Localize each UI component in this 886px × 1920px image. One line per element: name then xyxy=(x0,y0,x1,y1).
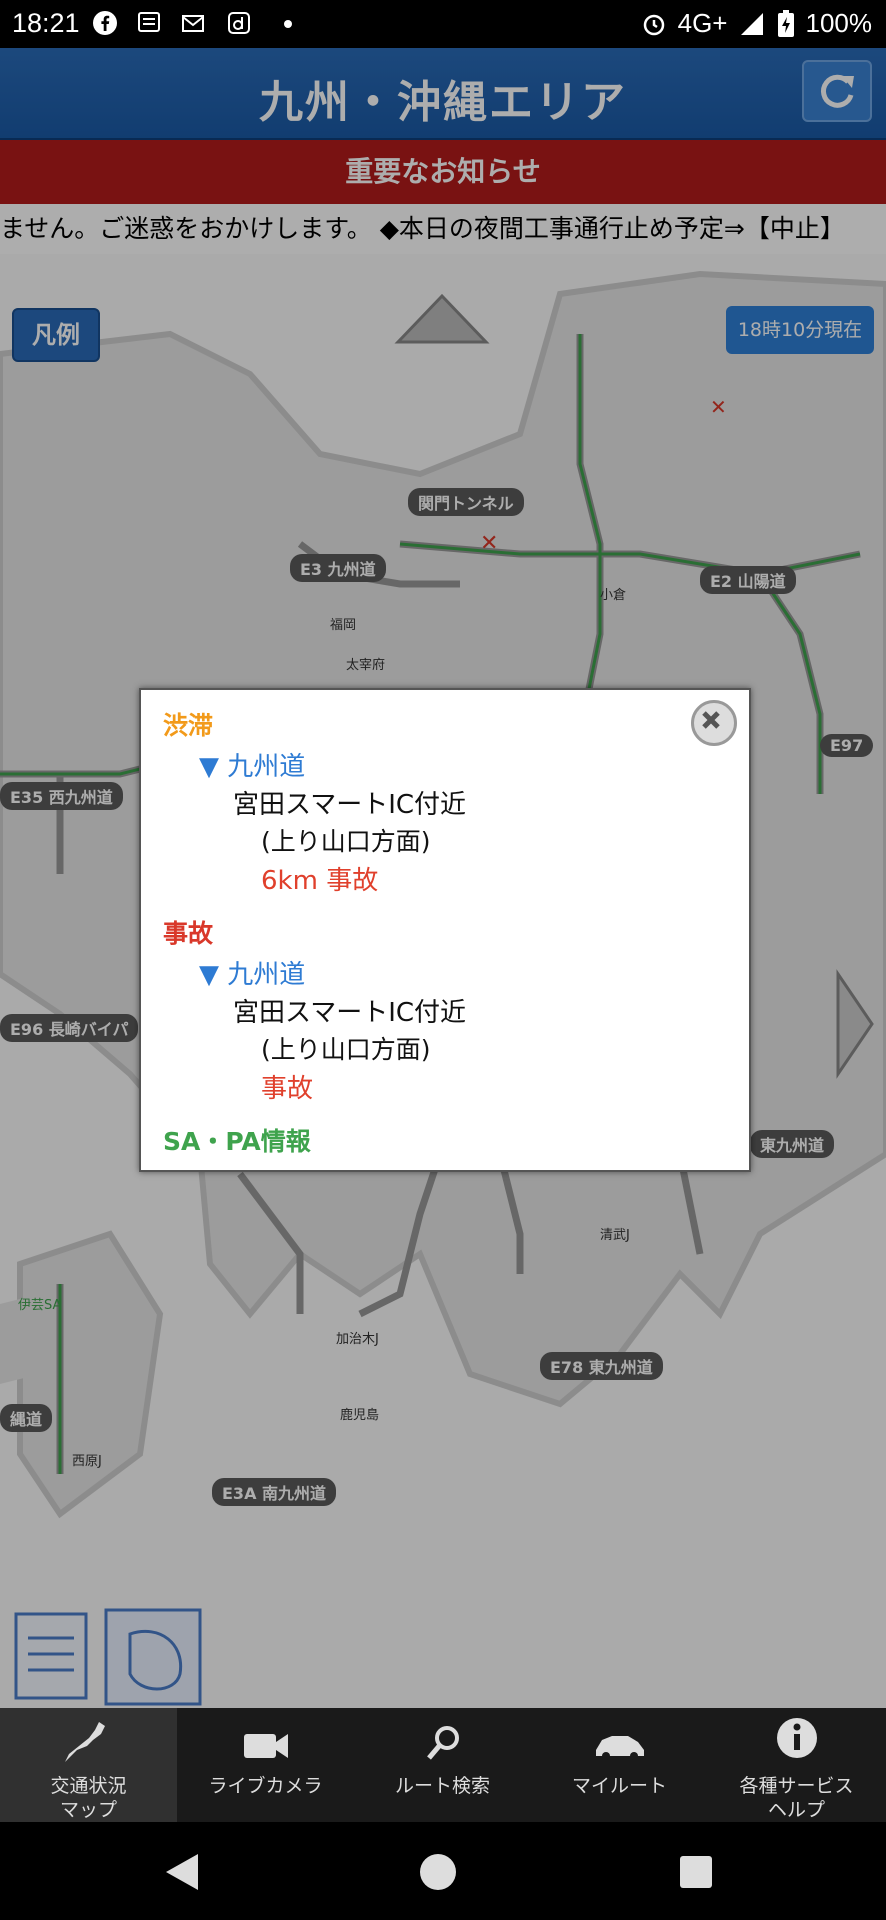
recents-icon xyxy=(680,1856,712,1888)
nav-live-camera-label: ライブカメラ xyxy=(208,1775,323,1797)
notification-dot-icon xyxy=(284,20,292,28)
system-navigation-bar xyxy=(0,1822,886,1920)
accident-detail: 事故 xyxy=(261,1074,314,1104)
nav-label-line1: 各種サービス xyxy=(739,1775,854,1797)
jam-location: 宮田スマートIC付近 xyxy=(233,790,467,820)
nav-traffic-map[interactable]: 交通状況 マップ xyxy=(0,1708,177,1822)
nav-my-route-label: マイルート xyxy=(571,1775,667,1797)
close-button[interactable] xyxy=(691,700,737,746)
video-camera-icon xyxy=(243,1734,288,1758)
back-icon xyxy=(166,1854,198,1890)
close-icon xyxy=(702,711,720,729)
dmenu-icon xyxy=(138,12,160,32)
car-icon xyxy=(595,1736,644,1760)
nav-label-line1: 交通状況 xyxy=(50,1775,127,1797)
nav-services-help[interactable]: 各種サービス ヘルプ xyxy=(708,1708,885,1822)
system-nav-graphic xyxy=(166,1854,712,1890)
nav-label-line2: ヘルプ xyxy=(767,1799,825,1821)
nav-services-help-label: 各種サービス ヘルプ xyxy=(708,1774,885,1822)
docomo-icon xyxy=(228,12,250,34)
sapa-section-title[interactable]: SA・PA情報 xyxy=(163,1122,311,1158)
status-time: 18:21 xyxy=(12,8,80,38)
alarm-icon xyxy=(643,14,664,35)
nav-traffic-map-label: 交通状況 マップ xyxy=(0,1774,177,1822)
mail-icon xyxy=(182,15,204,32)
battery-charging-icon xyxy=(777,9,794,37)
nav-live-camera[interactable]: ライブカメラ xyxy=(177,1708,354,1822)
accident-location: 宮田スマートIC付近 xyxy=(233,998,467,1028)
japan-map-icon xyxy=(64,1722,105,1762)
nav-route-search[interactable]: ルート検索 xyxy=(354,1708,531,1822)
info-icon xyxy=(776,1718,817,1758)
accident-route-link[interactable]: ▼ 九州道 xyxy=(199,954,305,991)
facebook-icon xyxy=(93,11,117,35)
magnifier-icon xyxy=(426,1726,459,1760)
bottom-navigation: 交通状況 マップ ライブカメラ ルート検索 マイルート 各種サービス ヘルプ xyxy=(0,1708,886,1822)
status-bar: 18:21 4G+ 100% xyxy=(0,0,886,48)
nav-my-route[interactable]: マイルート xyxy=(531,1708,708,1822)
battery-level: 100% xyxy=(805,8,873,38)
traffic-info-popup: 渋滞 ▼ 九州道 宮田スマートIC付近 (上り山口方面) 6km 事故 事故 ▼… xyxy=(139,688,751,1172)
accident-section-title: 事故 xyxy=(163,919,214,948)
jam-direction: (上り山口方面) xyxy=(261,827,431,856)
nav-route-search-label: ルート検索 xyxy=(394,1775,490,1797)
jam-section-title: 渋滞 xyxy=(163,711,214,740)
jam-detail: 6km 事故 xyxy=(261,866,379,896)
network-type: 4G+ xyxy=(677,8,728,38)
jam-route-link[interactable]: ▼ 九州道 xyxy=(199,746,305,783)
home-icon xyxy=(420,1854,456,1890)
signal-icon xyxy=(740,12,763,35)
status-right: 4G+ 100% xyxy=(640,8,872,39)
nav-label-line2: マップ xyxy=(59,1799,117,1821)
accident-direction: (上り山口方面) xyxy=(261,1035,431,1064)
